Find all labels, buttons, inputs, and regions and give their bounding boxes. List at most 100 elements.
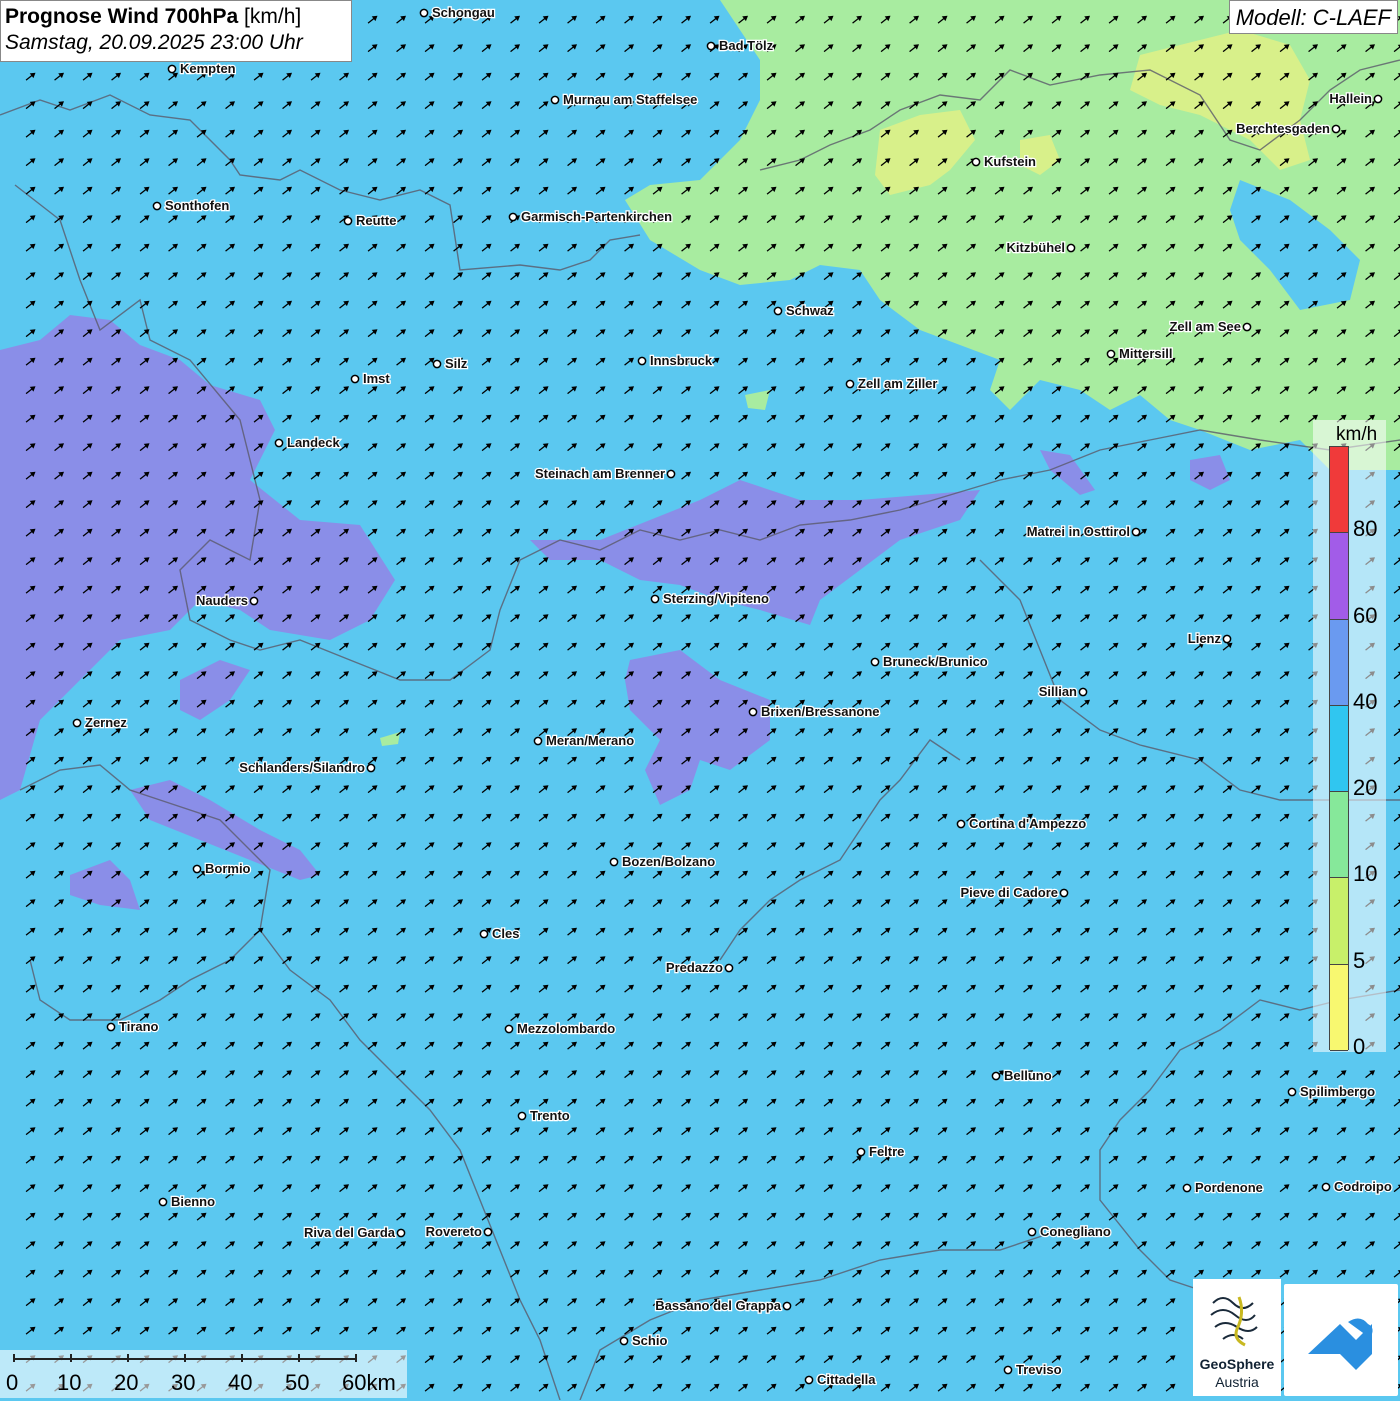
city-marker: Zell am Ziller — [845, 375, 939, 392]
city-dot — [550, 95, 560, 105]
legend-segment — [1330, 792, 1348, 879]
city-marker: Conegliano — [1027, 1223, 1112, 1240]
city-name: Schongau — [432, 5, 495, 20]
legend-segment — [1330, 533, 1348, 620]
wind-map: Schongau Bad Tölz Kempten Murnau am Staffel… — [0, 0, 1400, 1400]
city-dot — [1373, 94, 1383, 104]
city-name: Cittadella — [817, 1372, 876, 1387]
city-name: Garmisch-Partenkirchen — [521, 209, 672, 224]
city-dot — [1131, 527, 1141, 537]
city-dot — [1222, 634, 1232, 644]
city-name: Kufstein — [984, 154, 1036, 169]
city-dot — [748, 707, 758, 717]
city-name: Sillian — [1039, 684, 1077, 699]
city-name: Imst — [363, 371, 390, 386]
city-dot — [1182, 1183, 1192, 1193]
city-marker: Cittadella — [804, 1371, 878, 1388]
legend-bar — [1329, 446, 1349, 1051]
city-dot — [1321, 1182, 1331, 1192]
city-name: Lienz — [1188, 631, 1222, 646]
city-dot — [1059, 888, 1069, 898]
city-name: Bormio — [205, 861, 251, 876]
city-name: Schio — [632, 1333, 667, 1348]
city-name: Riva del Garda — [304, 1225, 396, 1240]
city-marker: Cortina d'Ampezzo — [956, 815, 1088, 832]
city-marker: Innsbruck — [637, 352, 714, 369]
city-name: Codroipo — [1334, 1179, 1392, 1194]
color-legend: km/h 80 60 40 20 10 5 0 — [1313, 420, 1386, 1059]
logo-name: GeoSphere — [1199, 1356, 1275, 1372]
geosphere-logo[interactable]: GeoSphere Austria — [1193, 1279, 1281, 1396]
city-marker: Pieve di Cadore — [959, 884, 1069, 901]
city-dot — [971, 157, 981, 167]
city-name: Treviso — [1016, 1362, 1062, 1377]
city-name: Sonthofen — [165, 198, 229, 213]
city-name: Predazzo — [666, 960, 723, 975]
city-dot — [666, 469, 676, 479]
city-name: Zell am See — [1169, 319, 1241, 334]
city-dot — [773, 306, 783, 316]
map-title-main: Prognose Wind 700hPa — [5, 5, 239, 28]
city-name: Matrei in Osttirol — [1027, 524, 1130, 539]
city-dot — [72, 718, 82, 728]
legend-label: 80 — [1353, 516, 1378, 542]
city-dot — [1106, 349, 1116, 359]
city-dot — [706, 41, 716, 51]
city-name: Cortina d'Ampezzo — [969, 816, 1086, 831]
city-marker: Riva del Garda — [303, 1224, 406, 1241]
city-name: Mittersill — [1119, 346, 1172, 361]
city-marker: Mezzolombardo — [504, 1020, 617, 1037]
city-marker: Pordenone — [1182, 1179, 1264, 1196]
city-dot — [432, 359, 442, 369]
city-dot — [192, 864, 202, 874]
map-title: Prognose Wind 700hPa [km/h] — [5, 5, 347, 29]
city-marker: Sonthofen — [152, 197, 231, 214]
city-name: Kitzbühel — [1007, 240, 1066, 255]
city-dot — [1078, 687, 1088, 697]
city-dot — [167, 64, 177, 74]
city-marker: Schlanders/Silandro — [238, 759, 376, 776]
city-name: Steinach am Brenner — [535, 466, 665, 481]
city-dot — [1027, 1227, 1037, 1237]
city-dot — [343, 216, 353, 226]
city-dot — [650, 594, 660, 604]
legend-label: 10 — [1353, 861, 1378, 887]
city-dot — [504, 1024, 514, 1034]
city-marker: Bruneck/Brunico — [870, 653, 989, 670]
city-marker: Spilimbergo — [1287, 1083, 1376, 1100]
legend-label: 20 — [1353, 775, 1378, 801]
app-link[interactable] — [1284, 1284, 1398, 1396]
city-name: Trento — [530, 1108, 570, 1123]
city-name: Bienno — [171, 1194, 215, 1209]
city-marker: Garmisch-Partenkirchen — [508, 208, 673, 225]
city-name: Pordenone — [1195, 1180, 1263, 1195]
city-marker: Meran/Merano — [533, 732, 635, 749]
city-dot — [782, 1301, 792, 1311]
scale-tick — [184, 1354, 186, 1362]
city-name: Schlanders/Silandro — [239, 760, 365, 775]
scale-label: 30 — [171, 1370, 196, 1395]
city-dot — [619, 1336, 629, 1346]
city-dot — [609, 857, 619, 867]
city-name: Belluno — [1004, 1068, 1052, 1083]
title-box: Prognose Wind 700hPa [km/h] Samstag, 20.… — [0, 0, 352, 62]
city-name: Pieve di Cadore — [960, 885, 1058, 900]
city-dot — [637, 356, 647, 366]
scale-label: 40 — [228, 1370, 253, 1395]
city-name: Zell am Ziller — [858, 376, 937, 391]
city-dot — [508, 212, 518, 222]
city-dot — [106, 1022, 116, 1032]
city-name: Tirano — [119, 1019, 159, 1034]
city-dot — [483, 1227, 493, 1237]
scale-label: 0 — [6, 1370, 19, 1395]
city-name: Berchtesgaden — [1236, 121, 1330, 136]
city-name: Bad Tölz — [719, 38, 774, 53]
city-marker: Berchtesgaden — [1235, 120, 1341, 137]
city-dot — [366, 763, 376, 773]
city-name: Landeck — [287, 435, 341, 450]
city-dot — [991, 1071, 1001, 1081]
city-marker: Steinach am Brenner — [534, 465, 676, 482]
city-dot — [350, 374, 360, 384]
legend-segment — [1330, 447, 1348, 534]
city-marker: Schongau — [419, 4, 496, 21]
